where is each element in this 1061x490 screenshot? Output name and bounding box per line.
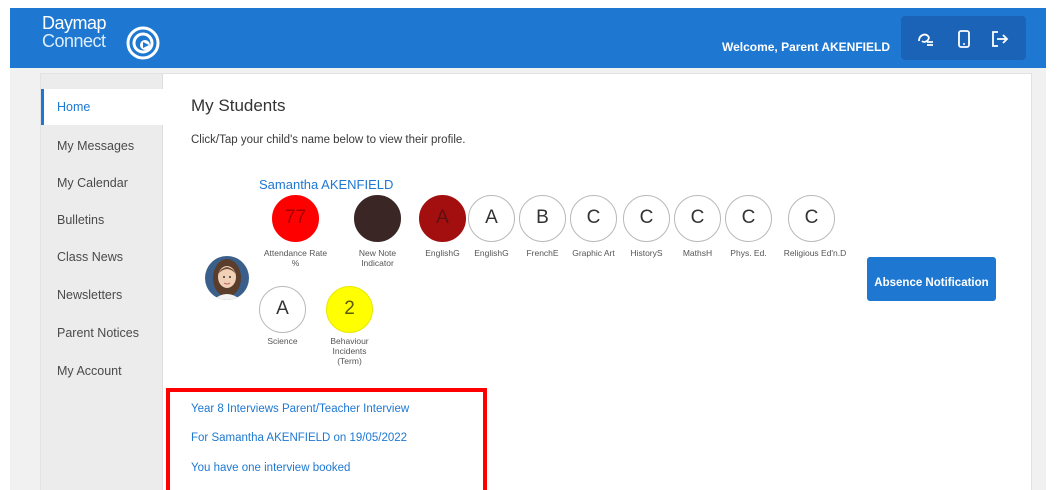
daymap-swirl-logo-icon [126, 26, 160, 60]
new-note-badge[interactable]: 1 [354, 195, 401, 242]
student-avatar[interactable] [205, 256, 249, 300]
collapse-menu-icon[interactable] [915, 28, 937, 50]
grade-badge-science[interactable]: A [259, 286, 306, 333]
page-subtitle: Click/Tap your child's name below to vie… [191, 134, 466, 146]
interview-title-link[interactable]: Year 8 Interviews Parent/Teacher Intervi… [191, 403, 409, 415]
logout-icon[interactable] [989, 28, 1011, 50]
sidebar-item-parent-notices[interactable]: Parent Notices [41, 315, 163, 351]
grade-badge-englishg[interactable]: A [468, 195, 515, 242]
grade-badge-englishg-highlighted[interactable]: A [419, 195, 466, 242]
header-icon-group [901, 16, 1026, 60]
grade-badge-mathsh[interactable]: C [674, 195, 721, 242]
badge-label: Phys. Ed. [730, 248, 767, 258]
grade-badge-religious-ed[interactable]: C [788, 195, 835, 242]
attendance-rate-badge[interactable]: 77 [272, 195, 319, 242]
grade-badge-frenche[interactable]: B [519, 195, 566, 242]
mobile-phone-icon[interactable] [953, 28, 975, 50]
sidebar-item-class-news[interactable]: Class News [41, 239, 163, 275]
welcome-text: Welcome, Parent AKENFIELD [721, 40, 890, 54]
badge-label: Attendance Rate % [263, 248, 328, 268]
badge-label: EnglishG [474, 248, 509, 258]
interview-booked-link[interactable]: You have one interview booked [191, 462, 350, 474]
badge-label: MathsH [682, 248, 713, 258]
badge-label: Science [267, 336, 298, 346]
absence-notification-button[interactable]: Absence Notification [867, 257, 996, 301]
logo-line-1: Daymap [42, 13, 107, 33]
badge-label: FrenchE [526, 248, 559, 258]
sidebar-item-newsletters[interactable]: Newsletters [41, 277, 163, 313]
student-photo-icon [205, 256, 249, 300]
sidebar-item-my-messages[interactable]: My Messages [41, 128, 163, 164]
grade-badge-graphic-art[interactable]: C [570, 195, 617, 242]
badge-label: Religious Ed'n.D [783, 248, 847, 258]
header-bar: Daymap Connect Welcome, Parent AKENFIELD [10, 8, 1046, 68]
badge-label: HistoryS [630, 248, 663, 258]
badge-label: Behaviour Incidents (Term) [330, 336, 369, 366]
badge-label: Graphic Art [572, 248, 615, 258]
student-name-link[interactable]: Samantha AKENFIELD [259, 177, 393, 192]
badge-label: New Note Indicator [358, 248, 397, 268]
page-title: My Students [191, 96, 286, 115]
sidebar-item-my-account[interactable]: My Account [41, 353, 163, 389]
grade-badge-phys-ed[interactable]: C [725, 195, 772, 242]
sidebar-item-bulletins[interactable]: Bulletins [41, 202, 163, 238]
interview-detail-link[interactable]: For Samantha AKENFIELD on 19/05/2022 [191, 432, 407, 444]
sidebar-nav: Home My Messages My Calendar Bulletins C… [41, 74, 163, 490]
sidebar-item-home[interactable]: Home [41, 89, 163, 125]
logo-line-2: Connect [42, 31, 106, 51]
grade-badge-historys[interactable]: C [623, 195, 670, 242]
behaviour-incidents-badge[interactable]: 2 [326, 286, 373, 333]
sidebar-item-my-calendar[interactable]: My Calendar [41, 165, 163, 201]
badge-label: EnglishG [425, 248, 460, 258]
daymap-connect-logo[interactable]: Daymap Connect [42, 13, 107, 51]
